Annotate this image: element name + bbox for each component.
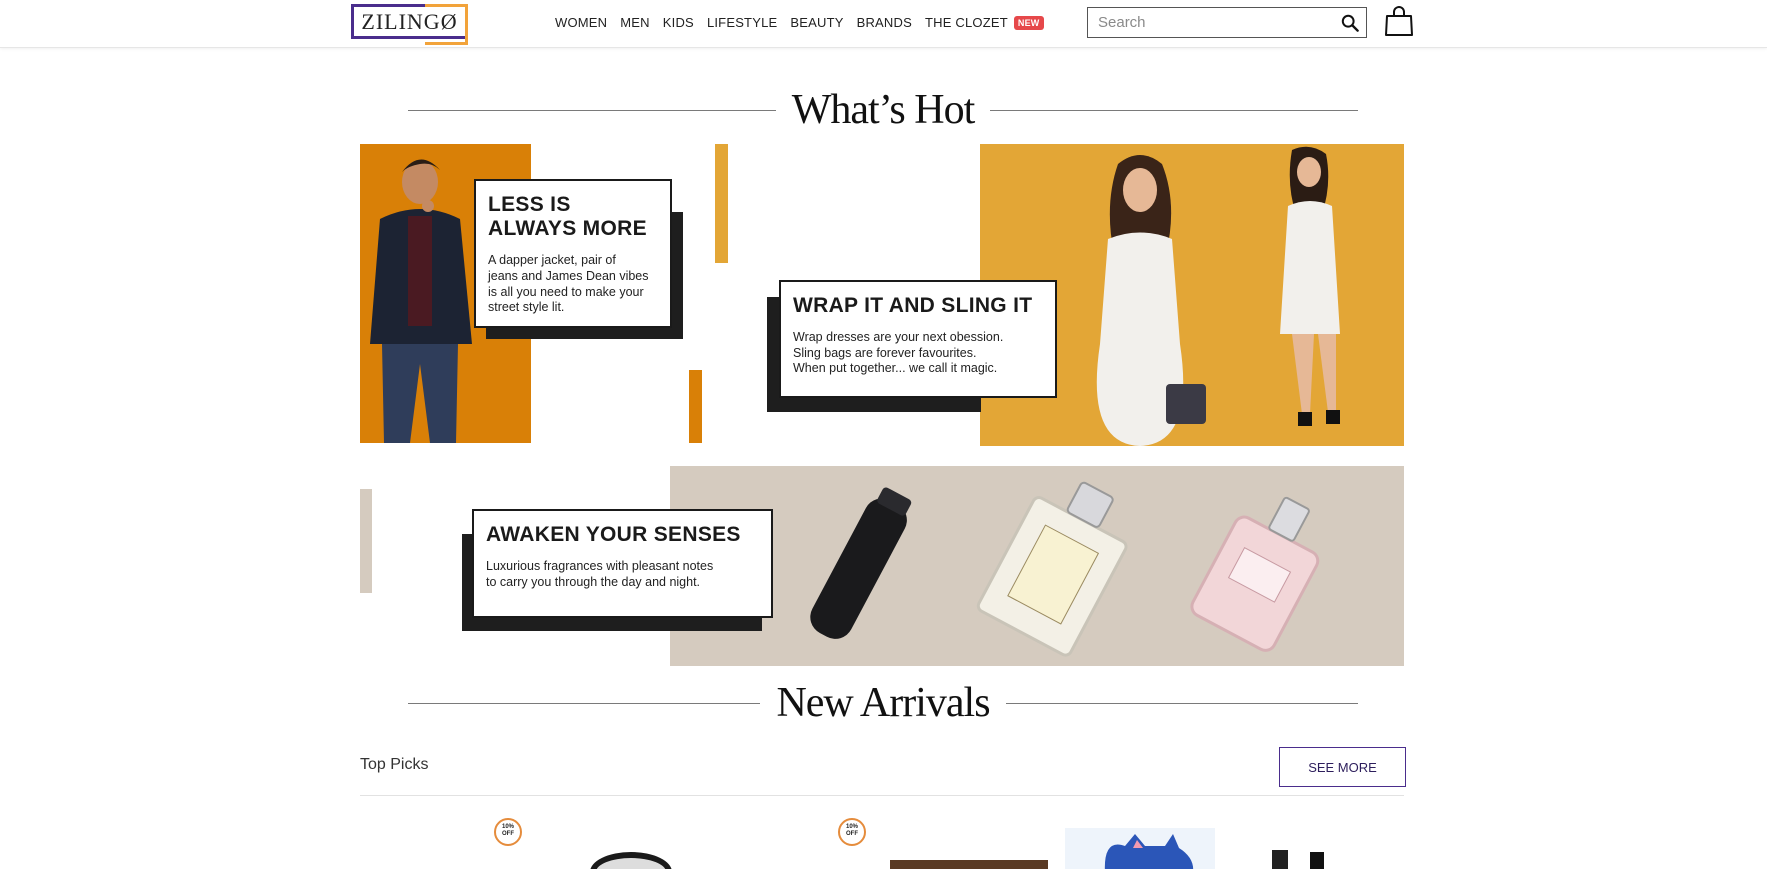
product-thumbnail[interactable] [1310,852,1324,869]
product-thumbnail[interactable] [1272,850,1288,869]
top-picks-divider [360,795,1404,796]
promo-card-less-is-more[interactable]: LESS IS ALWAYS MORE A dapper jacket, pair… [474,179,672,328]
discount-badge: 10% OFF [838,818,866,846]
whats-hot-title: What’s Hot [791,87,975,133]
nav-item-the-clozet-label: THE CLOZET [924,15,1008,30]
main-nav: WOMEN MEN KIDS LIFESTYLE BEAUTY BRANDS T… [555,15,1057,30]
whats-hot-heading: What’s Hot [408,86,1358,134]
promo-title: LESS IS ALWAYS MORE [488,193,647,241]
discount-badge: 10% OFF [494,818,522,846]
nav-item-women[interactable]: WOMEN [555,15,607,30]
new-badge: NEW [1013,16,1044,30]
heading-rule-right [1005,702,1358,704]
decor-bar [360,489,372,593]
shopping-bag-icon[interactable] [1385,6,1413,36]
promo-description: A dapper jacket, pair of jeans and James … [488,253,649,315]
new-arrivals-heading: New Arrivals [408,679,1358,727]
nav-item-lifestyle[interactable]: LIFESTYLE [707,15,777,30]
promo-description: Wrap dresses are your next obession. Slin… [793,330,1004,376]
site-header: ZILINGØ WOMEN MEN KIDS LIFESTYLE BEAUTY … [0,0,1767,48]
nav-item-brands[interactable]: BRANDS [857,15,912,30]
logo-text: ZILINGØ [361,8,458,34]
see-more-button[interactable]: SEE MORE [1279,747,1406,787]
promo-card-wrap-it[interactable]: WRAP IT AND SLING IT Wrap dresses are yo… [779,280,1057,398]
new-arrivals-title: New Arrivals [776,680,990,726]
top-picks-label: Top Picks [360,756,429,773]
decor-bar [715,144,728,263]
perfume-bottles-illustration [810,481,1320,657]
nav-item-the-clozet[interactable]: THE CLOZET NEW [925,15,1044,30]
search-input[interactable] [1088,8,1328,37]
heading-rule-left [408,702,761,704]
product-thumbnail[interactable] [590,852,672,869]
promo-fragrance-image[interactable] [670,466,1404,666]
decor-bar [689,370,702,443]
nav-item-kids[interactable]: KIDS [663,15,694,30]
product-thumbnail[interactable] [1065,828,1215,869]
product-thumbnail[interactable] [890,860,1048,869]
nav-item-men[interactable]: MEN [620,15,650,30]
zilingo-logo[interactable]: ZILINGØ [351,4,468,45]
search-box [1087,7,1367,38]
promo-title: WRAP IT AND SLING IT [793,294,1033,317]
search-icon[interactable] [1341,14,1359,32]
promo-title: AWAKEN YOUR SENSES [486,523,741,546]
nav-item-beauty[interactable]: BEAUTY [790,15,843,30]
promo-description: Luxurious fragrances with pleasant notes… [486,559,714,589]
plush-toy-illustration [1104,834,1194,869]
heading-rule-right [990,109,1358,111]
promo-card-awaken-senses[interactable]: AWAKEN YOUR SENSES Luxurious fragrances … [472,509,773,618]
heading-rule-left [408,109,776,111]
